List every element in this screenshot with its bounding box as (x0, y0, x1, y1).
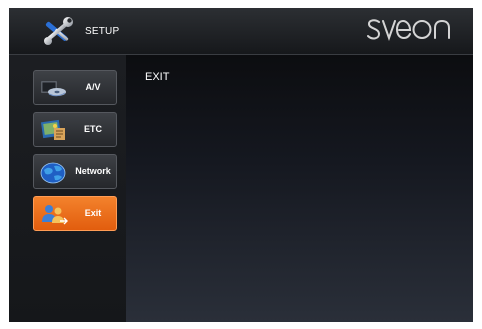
setup-title: SETUP (85, 26, 120, 37)
sidebar-item-label: A/V (85, 82, 101, 92)
brand-logo (367, 14, 459, 52)
sidebar-item-av[interactable]: A/V (33, 70, 117, 105)
sidebar-item-exit[interactable]: Exit (33, 196, 117, 231)
sidebar-item-label: Exit (84, 208, 102, 218)
content-panel: EXIT (126, 55, 473, 322)
sidebar-item-etc[interactable]: ETC (33, 112, 117, 147)
exit-users-icon (42, 205, 68, 225)
network-globe-icon (40, 162, 66, 184)
sidebar-item-label: Network (75, 166, 111, 176)
etc-icon (40, 119, 65, 140)
sidebar-item-network[interactable]: Network (33, 154, 117, 189)
av-icon (41, 81, 66, 97)
header-bar: SETUP (9, 8, 473, 55)
content-title: EXIT (145, 71, 170, 83)
sidebar-menu: A/V ETC Network Exit (9, 55, 126, 322)
setup-tools-icon (44, 17, 73, 45)
sidebar-item-label: ETC (84, 124, 102, 134)
setup-screen: SETUP A/V ETC Network Exit EXIT (9, 8, 473, 322)
sveon-logo-icon (367, 19, 450, 42)
